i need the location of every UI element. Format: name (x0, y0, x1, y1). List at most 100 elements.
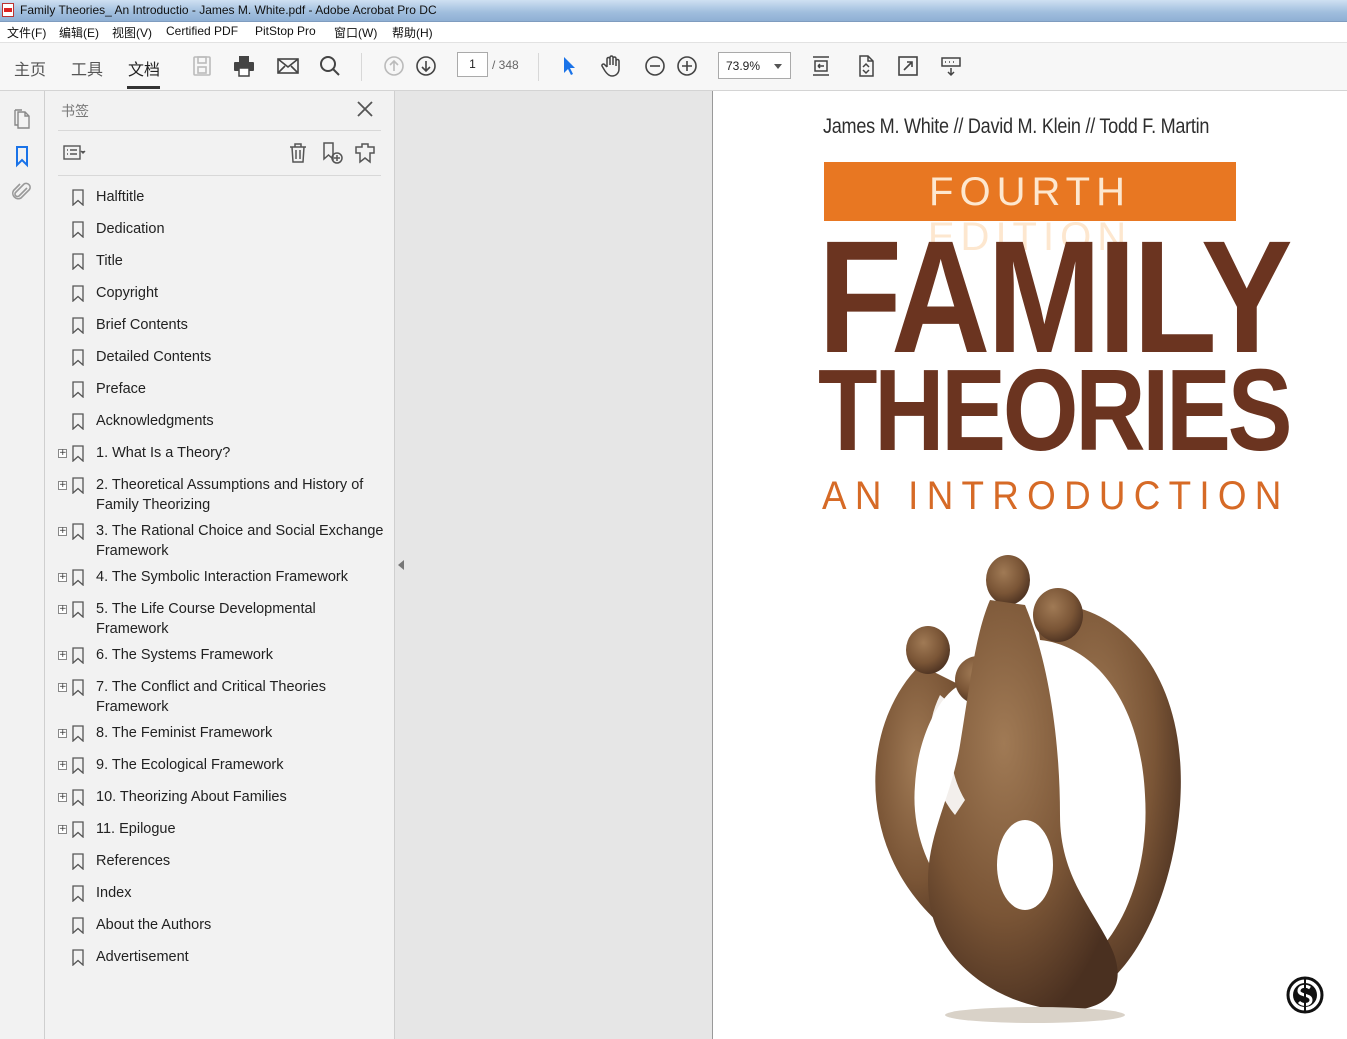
bookmark-label: Halftitle (96, 189, 145, 205)
page-view-icon[interactable] (853, 53, 879, 79)
bookmark-item[interactable]: +6. The Systems Framework (45, 645, 394, 665)
expand-icon[interactable]: + (58, 761, 67, 770)
bookmark-item[interactable]: About the Authors (45, 915, 394, 935)
print-icon[interactable] (231, 53, 257, 79)
bookmark-item[interactable]: Detailed Contents (45, 347, 394, 367)
menu-edit[interactable]: 编辑(E) (59, 24, 99, 41)
tab-document[interactable]: 文档 (128, 56, 160, 80)
expand-icon[interactable]: + (58, 573, 67, 582)
cover-authors: James M. White // David M. Klein // Todd… (823, 115, 1210, 138)
toolbar: 主页 工具 文档 (0, 43, 1347, 91)
bookmark-icon (72, 221, 84, 238)
save-icon[interactable] (189, 53, 215, 79)
bookmark-item[interactable]: +8. The Feminist Framework (45, 723, 394, 743)
menu-window[interactable]: 窗口(W) (334, 24, 377, 41)
bookmark-item[interactable]: Preface (45, 379, 394, 399)
bookmark-icon (72, 317, 84, 334)
previous-page-icon[interactable] (381, 53, 407, 79)
expand-icon[interactable]: + (58, 825, 67, 834)
bookmark-item[interactable]: +3. The Rational Choice and Social Excha… (45, 521, 394, 561)
expand-icon[interactable]: + (58, 729, 67, 738)
bookmark-item[interactable]: Advertisement (45, 947, 394, 967)
bookmark-icon (72, 253, 84, 270)
toolbar-separator (538, 53, 539, 81)
attachment-icon[interactable] (10, 180, 34, 204)
bookmark-item[interactable]: References (45, 851, 394, 871)
bookmark-icon (72, 349, 84, 366)
bookmark-icon (72, 523, 84, 540)
bookmark-label: Copyright (96, 285, 159, 301)
bookmark-label: Detailed Contents (96, 349, 212, 365)
full-screen-icon[interactable] (895, 53, 921, 79)
menu-view[interactable]: 视图(V) (112, 24, 152, 41)
bookmark-label: Dedication (96, 221, 165, 237)
menu-pitstop-pro[interactable]: PitStop Pro (255, 24, 316, 38)
menu-certified-pdf[interactable]: Certified PDF (166, 24, 238, 38)
bookmark-item[interactable]: Acknowledgments (45, 411, 394, 431)
bookmark-label: 5. The Life Course Developmental Framewo… (96, 601, 316, 637)
expand-icon[interactable]: + (58, 449, 67, 458)
bookmark-item[interactable]: Title (45, 251, 394, 271)
options-menu-icon[interactable] (62, 141, 86, 165)
email-icon[interactable] (275, 53, 301, 79)
hand-tool-icon[interactable] (598, 53, 624, 79)
expand-icon[interactable]: + (58, 481, 67, 490)
bookmark-icon (72, 445, 84, 462)
bookmark-item[interactable]: Dedication (45, 219, 394, 239)
expand-icon[interactable]: + (58, 793, 67, 802)
bookmark-item[interactable]: +1. What Is a Theory? (45, 443, 394, 463)
menu-bar: 文件(F) 编辑(E) 视图(V) Certified PDF PitStop … (0, 22, 1347, 43)
close-icon[interactable] (355, 99, 375, 119)
bookmark-label: 11. Epilogue (96, 821, 176, 837)
next-page-icon[interactable] (413, 53, 439, 79)
bookmark-item[interactable]: +7. The Conflict and Critical Theories F… (45, 677, 394, 717)
page-number-input[interactable]: 1 (457, 52, 488, 77)
bookmark-item[interactable]: Halftitle (45, 187, 394, 207)
more-tools-icon[interactable] (938, 53, 964, 79)
expand-icon[interactable]: + (58, 527, 67, 536)
new-bookmark-icon[interactable] (320, 141, 344, 165)
bookmark-item[interactable]: Copyright (45, 283, 394, 303)
bookmark-icon (72, 381, 84, 398)
bookmark-label: Title (96, 253, 123, 269)
bookmark-item[interactable]: +10. Theorizing About Families (45, 787, 394, 807)
collapse-panel-icon[interactable] (398, 560, 404, 570)
bookmark-icon (72, 949, 84, 966)
menu-help[interactable]: 帮助(H) (392, 24, 433, 41)
zoom-select[interactable]: 73.9% (718, 52, 791, 79)
bookmark-label: Preface (96, 381, 146, 397)
bookmark-item[interactable]: +2. Theoretical Assumptions and History … (45, 475, 394, 515)
bookmark-label: Index (96, 885, 132, 901)
bookmark-icon (72, 189, 84, 206)
bookmark-item[interactable]: Brief Contents (45, 315, 394, 335)
bookmark-icon (72, 885, 84, 902)
tab-home[interactable]: 主页 (14, 56, 46, 80)
fit-page-icon[interactable] (808, 53, 834, 79)
expand-icon[interactable]: + (58, 683, 67, 692)
bookmark-properties-icon[interactable] (353, 141, 377, 165)
page-thumbnails-icon[interactable] (10, 107, 34, 131)
expand-icon[interactable]: + (58, 651, 67, 660)
bookmark-label: 8. The Feminist Framework (96, 725, 273, 741)
bookmark-icon (72, 853, 84, 870)
bookmark-item[interactable]: +4. The Symbolic Interaction Framework (45, 567, 394, 587)
bookmark-label: References (96, 853, 171, 869)
bookmark-item[interactable]: +9. The Ecological Framework (45, 755, 394, 775)
bookmark-icon (72, 413, 84, 430)
bookmarks-panel: 书签 Halftitle Dedication Title Copyright Brie… (45, 91, 395, 1039)
expand-icon[interactable]: + (58, 605, 67, 614)
bookmark-item[interactable]: +5. The Life Course Developmental Framew… (45, 599, 394, 639)
bookmark-icon (72, 647, 84, 664)
bookmark-panel-icon[interactable] (10, 144, 34, 168)
select-cursor-icon[interactable] (556, 53, 582, 79)
bookmark-item[interactable]: +11. Epilogue (45, 819, 394, 839)
tab-tools[interactable]: 工具 (71, 56, 103, 80)
zoom-value: 73.9% (726, 59, 761, 73)
search-icon[interactable] (317, 53, 343, 79)
bookmark-item[interactable]: Index (45, 883, 394, 903)
delete-bookmark-icon[interactable] (286, 141, 310, 165)
zoom-out-icon[interactable] (642, 53, 668, 79)
publisher-logo (1286, 976, 1324, 1014)
menu-file[interactable]: 文件(F) (7, 24, 46, 41)
zoom-in-icon[interactable] (674, 53, 700, 79)
